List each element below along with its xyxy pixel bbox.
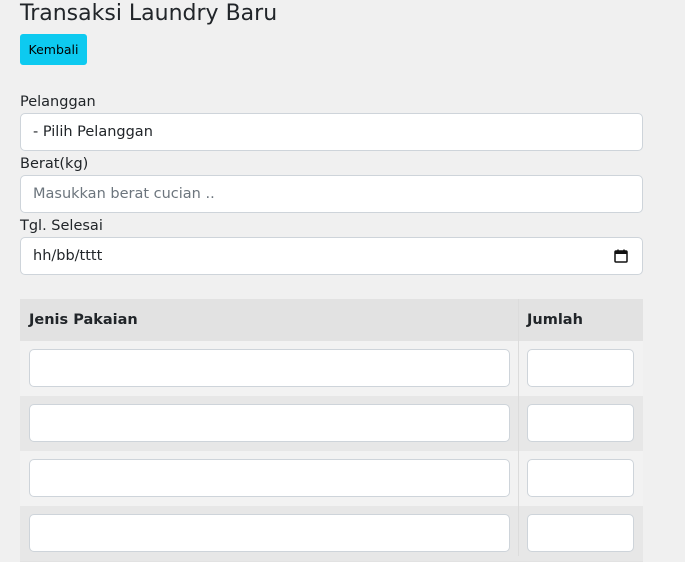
calendar-icon[interactable] bbox=[614, 249, 628, 263]
header-jumlah: Jumlah bbox=[527, 312, 583, 328]
table-header: Jenis Pakaian Jumlah bbox=[20, 299, 643, 342]
jumlah-input[interactable] bbox=[527, 349, 634, 387]
jenis-pakaian-input[interactable] bbox=[29, 349, 510, 387]
finish-date-label: Tgl. Selesai bbox=[20, 218, 103, 234]
table-row bbox=[20, 451, 643, 507]
jumlah-input[interactable] bbox=[527, 459, 634, 497]
finish-date-value: hh/bb/tttt bbox=[33, 248, 103, 264]
jenis-pakaian-input[interactable] bbox=[29, 514, 510, 552]
table-row bbox=[20, 341, 643, 397]
table-row bbox=[20, 396, 643, 452]
column-divider bbox=[518, 299, 519, 556]
customer-label: Pelanggan bbox=[20, 94, 96, 110]
weight-label: Berat(kg) bbox=[20, 156, 89, 172]
back-button[interactable]: Kembali bbox=[20, 34, 87, 65]
header-jenis-pakaian: Jenis Pakaian bbox=[29, 312, 138, 328]
jumlah-input[interactable] bbox=[527, 404, 634, 442]
jenis-pakaian-input[interactable] bbox=[29, 404, 510, 442]
customer-select[interactable]: - Pilih Pelanggan bbox=[20, 113, 643, 151]
finish-date-input[interactable]: hh/bb/tttt bbox=[20, 237, 643, 275]
page-title: Transaksi Laundry Baru bbox=[20, 1, 278, 26]
weight-input-placeholder: Masukkan berat cucian .. bbox=[33, 186, 215, 202]
jumlah-input[interactable] bbox=[527, 514, 634, 552]
jenis-pakaian-input[interactable] bbox=[29, 459, 510, 497]
customer-select-value: - Pilih Pelanggan bbox=[33, 124, 153, 140]
weight-input[interactable]: Masukkan berat cucian .. bbox=[20, 175, 643, 213]
table-row bbox=[20, 506, 643, 562]
